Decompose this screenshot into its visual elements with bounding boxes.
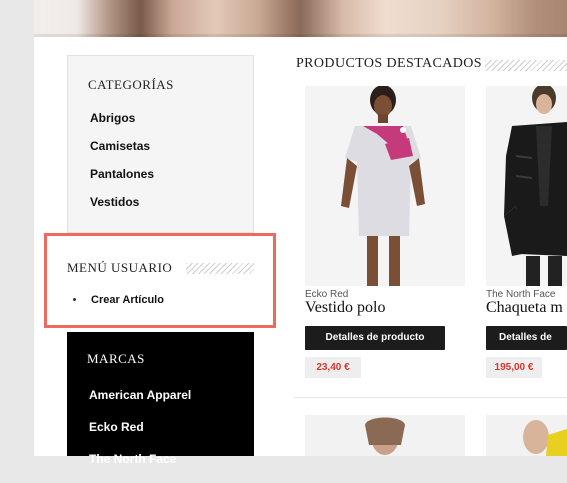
product-image[interactable] xyxy=(486,415,567,456)
category-link[interactable]: Vestidos xyxy=(90,194,154,222)
product-price: 23,40 € xyxy=(305,357,361,378)
brands-title: Marcas xyxy=(87,351,145,366)
category-link[interactable]: Camisetas xyxy=(90,138,154,166)
product-image[interactable] xyxy=(305,415,465,456)
hero-divider xyxy=(34,34,567,37)
product-row-divider xyxy=(294,397,567,398)
product-image[interactable] xyxy=(486,86,567,286)
product-name[interactable]: Chaqueta m xyxy=(486,299,563,317)
featured-products-title: Productos destacados xyxy=(296,56,482,71)
create-article-link[interactable]: Crear Artículo xyxy=(73,294,164,306)
product-details-button[interactable]: Detalles de producto xyxy=(305,326,445,350)
product-name[interactable]: Vestido polo xyxy=(305,299,385,317)
categories-list: Abrigos Camisetas Pantalones Vestidos xyxy=(90,110,154,222)
brands-list: American Apparel Ecko Red The North Face xyxy=(89,387,191,483)
product-image[interactable] xyxy=(305,86,465,286)
product-photo-dress xyxy=(305,86,465,286)
user-menu-title: Menú Usuario xyxy=(67,260,173,275)
title-hatch-decoration xyxy=(186,263,254,274)
create-article-label: Crear Artículo xyxy=(91,294,164,306)
product-photo-partial xyxy=(486,415,567,456)
category-link[interactable]: Abrigos xyxy=(90,110,154,138)
title-hatch-decoration xyxy=(485,60,567,71)
product-photo-jacket xyxy=(486,86,567,286)
categories-title: Categorías xyxy=(88,77,174,92)
bullet-icon xyxy=(73,297,76,301)
product-details-button[interactable]: Detalles de producto xyxy=(486,326,567,367)
brand-link[interactable]: American Apparel xyxy=(89,387,191,419)
category-link[interactable]: Pantalones xyxy=(90,166,154,194)
brand-link[interactable]: Ecko Red xyxy=(89,419,191,451)
categories-box: Categorías Abrigos Camisetas Pantalones … xyxy=(67,55,254,233)
brands-box: Marcas American Apparel Ecko Red The Nor… xyxy=(67,332,254,466)
product-photo-partial xyxy=(305,415,465,456)
hero-banner-image xyxy=(34,0,567,37)
product-price: 195,00 € xyxy=(486,357,542,378)
user-menu-box: Menú Usuario Crear Artículo xyxy=(44,233,276,328)
